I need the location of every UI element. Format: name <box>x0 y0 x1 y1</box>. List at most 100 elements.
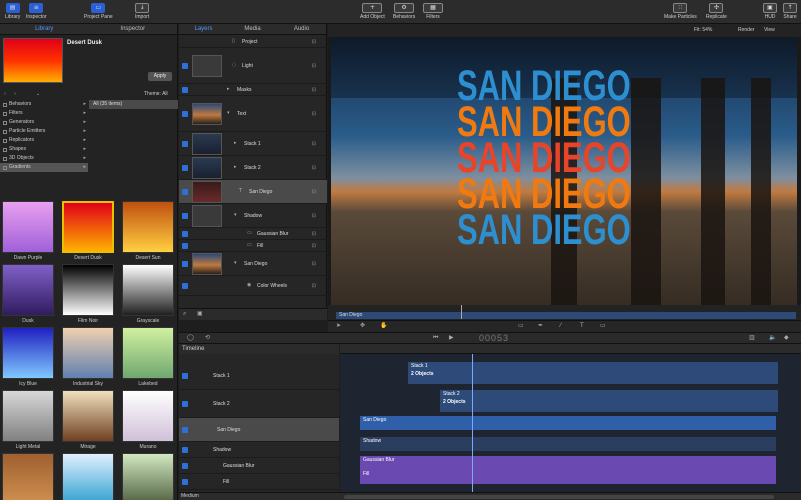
timeline-layer-checkbox[interactable] <box>182 401 188 407</box>
theme-select[interactable]: Theme: All <box>144 91 168 97</box>
layer-checkbox[interactable] <box>182 283 188 289</box>
gradient-item[interactable]: Grayscale <box>122 264 174 324</box>
timecode[interactable]: 00053 <box>479 333 509 343</box>
timeline-scrollbar[interactable] <box>344 495 774 499</box>
layer-row[interactable]: T San Diego ⊡ <box>179 180 327 204</box>
gradient-item[interactable]: Oak <box>2 453 54 500</box>
layer-checkbox[interactable] <box>182 111 188 117</box>
tab-audio[interactable]: Audio <box>277 24 326 34</box>
layer-lock-icon[interactable]: ⊡ <box>312 243 319 249</box>
timeline-bar[interactable]: Fill <box>360 470 776 484</box>
gradient-item[interactable]: Lakebed <box>122 327 174 387</box>
gradient-item[interactable]: Ocean Haze <box>62 453 114 500</box>
loop-icon[interactable]: ⟲ <box>205 334 210 341</box>
layer-lock-icon[interactable]: ⊡ <box>312 87 319 93</box>
tab-layers[interactable]: Layers <box>179 24 228 34</box>
library-button[interactable]: ▤ Library <box>5 3 20 20</box>
layer-checkbox[interactable] <box>182 261 188 267</box>
timeline-layer-row[interactable]: Fill <box>179 474 339 490</box>
category-item[interactable]: Particle Emitters ▸ <box>0 127 88 136</box>
timeline-layer-checkbox[interactable] <box>182 373 188 379</box>
timeline-layer-row[interactable]: Gaussian Blur <box>179 458 339 474</box>
keyframe-icon[interactable]: ◆ <box>784 334 789 341</box>
make-particles-button[interactable]: ∷ Make Particles <box>664 3 697 20</box>
back-icon[interactable]: ‹ <box>4 91 6 97</box>
timeline-layer-row[interactable]: Stack 2 <box>179 390 339 418</box>
timeline-bar[interactable]: Stack 1 2 Objects <box>408 362 778 384</box>
replicate-button[interactable]: ✣ Replicate <box>706 3 727 20</box>
gradient-item[interactable]: Light Metal <box>2 390 54 450</box>
canvas[interactable]: SAN DIEGO SAN DIEGO SAN DIEGO SAN DIEGO … <box>331 38 797 318</box>
search-icon[interactable]: ⌕ <box>183 310 186 318</box>
gradient-item[interactable]: Industrial Sky <box>62 327 114 387</box>
timeline-bar[interactable]: San Diego <box>360 416 776 430</box>
timeline-ruler[interactable] <box>340 344 801 354</box>
layer-lock-icon[interactable]: ⊡ <box>312 63 319 69</box>
category-item[interactable]: 3D Objects ▸ <box>0 154 88 163</box>
chevron-down-icon[interactable]: ⌄ <box>36 91 40 97</box>
timeline-bar[interactable]: Shadow <box>360 437 776 451</box>
layer-row[interactable]: ◌ Light ⊡ <box>179 48 327 84</box>
behaviors-button[interactable]: ⚙ Behaviors <box>393 3 415 20</box>
playhead[interactable] <box>472 354 473 492</box>
pen-tool-icon[interactable]: ✒ <box>538 322 543 329</box>
timeline-layer-checkbox[interactable] <box>182 427 188 433</box>
layer-row[interactable]: ▾ Text ⊡ <box>179 96 327 132</box>
category-item[interactable]: Replicators ▸ <box>0 136 88 145</box>
timeline-layer-checkbox[interactable] <box>182 479 188 485</box>
layer-checkbox[interactable] <box>182 165 188 171</box>
timeline-bar[interactable]: Gaussian Blur <box>360 456 776 470</box>
zoom-select[interactable]: Medium <box>181 493 199 499</box>
layer-row[interactable]: ▯ Project ⊡ <box>179 36 327 48</box>
text-tool-icon[interactable]: T <box>580 322 584 329</box>
layer-lock-icon[interactable]: ⊡ <box>312 283 319 289</box>
audio-icon[interactable]: 🔈 <box>769 334 776 341</box>
gradient-item[interactable]: Film Noir <box>62 264 114 324</box>
layer-lock-icon[interactable]: ⊡ <box>312 111 319 117</box>
category-item[interactable]: Filters ▸ <box>0 109 88 118</box>
gradient-item[interactable]: Dawn Purple <box>2 201 54 261</box>
layer-checkbox[interactable] <box>182 141 188 147</box>
mini-timeline[interactable]: San Diego <box>328 305 801 320</box>
timeline-toggle-icon[interactable]: ▥ <box>749 334 755 341</box>
mask-tool-icon[interactable]: ▭ <box>600 322 606 329</box>
render-menu[interactable]: Render <box>738 27 754 33</box>
layer-lock-icon[interactable]: ⊡ <box>312 189 319 195</box>
layer-row[interactable]: ▭ Fill ⊡ <box>179 240 327 252</box>
inspector-button[interactable]: ≡ Inspector <box>26 3 47 20</box>
layer-row[interactable]: ▭ Gaussian Blur ⊡ <box>179 228 327 240</box>
timeline-layer-row[interactable]: San Diego <box>179 418 339 442</box>
layer-lock-icon[interactable]: ⊡ <box>312 261 319 267</box>
share-button[interactable]: ↑ Share <box>783 3 797 20</box>
record-icon[interactable]: ◯ <box>187 334 194 341</box>
gradient-item[interactable]: Icy Blue <box>2 327 54 387</box>
layer-row[interactable]: ▸ Stack 1 ⊡ <box>179 132 327 156</box>
timeline-bar[interactable]: Stack 2 2 Objects <box>440 390 778 412</box>
project-pane-button[interactable]: ▭ Project Pane <box>84 3 113 20</box>
gradient-item[interactable]: Murano <box>122 390 174 450</box>
hand-tool-icon[interactable]: ✋ <box>380 322 387 329</box>
category-item[interactable]: Shapes ▸ <box>0 145 88 154</box>
import-button[interactable]: ↓ Import <box>135 3 149 20</box>
category-item[interactable]: Gradients ▸ <box>0 163 88 172</box>
category-item[interactable]: Generators ▸ <box>0 118 88 127</box>
tab-library[interactable]: Library <box>0 24 89 34</box>
shape-tool-icon[interactable]: ▭ <box>518 322 524 329</box>
hud-button[interactable]: ▣ HUD <box>763 3 777 20</box>
layer-row[interactable]: ▾ San Diego ⊡ <box>179 252 327 276</box>
play-icon[interactable]: ▶ <box>449 334 454 341</box>
timeline-tracks[interactable]: Stack 1 2 Objects Stack 2 2 Objects San Dieg… <box>340 344 801 492</box>
filters-button[interactable]: ▦ Filters <box>423 3 443 20</box>
mini-playhead[interactable] <box>461 305 462 319</box>
category-item[interactable]: Behaviors ▸ <box>0 100 88 109</box>
tab-media[interactable]: Media <box>228 24 277 34</box>
layer-lock-icon[interactable]: ⊡ <box>312 39 319 45</box>
layer-row[interactable]: ▸ Stack 2 ⊡ <box>179 156 327 180</box>
gradient-item[interactable]: Pond <box>122 453 174 500</box>
add-layer-icon[interactable]: ▣ <box>197 310 203 317</box>
layer-row[interactable]: ◉ Color Wheels ⊡ <box>179 276 327 296</box>
timeline-layer-row[interactable]: Stack 1 <box>179 362 339 390</box>
forward-icon[interactable]: › <box>14 91 16 97</box>
timeline-layer-checkbox[interactable] <box>182 447 188 453</box>
skip-start-icon[interactable]: ⏮ <box>433 334 438 342</box>
